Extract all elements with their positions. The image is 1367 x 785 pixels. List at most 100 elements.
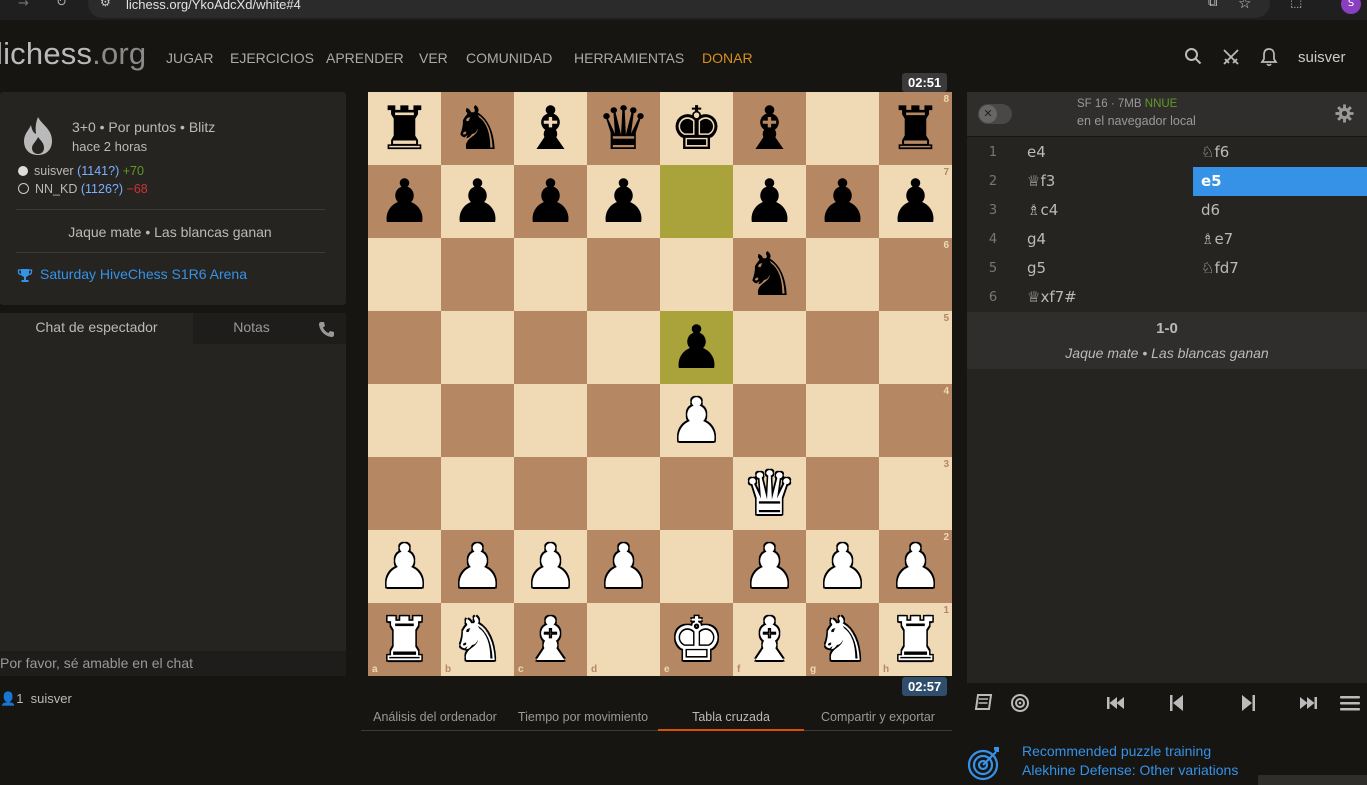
extensions-icon[interactable]: ⬚ <box>1290 0 1302 10</box>
square-e7[interactable] <box>660 165 733 238</box>
black-bishop-f8[interactable]: ♝ <box>743 99 797 159</box>
crossed-swords-icon[interactable] <box>1221 47 1241 67</box>
square-g1[interactable]: ♞ g <box>806 603 879 676</box>
square-g4[interactable] <box>806 384 879 457</box>
square-h3[interactable]: 3 <box>879 457 952 530</box>
install-app-icon[interactable]: ⧉ <box>1208 0 1217 10</box>
white-move[interactable]: ♕xf7# <box>1019 283 1193 312</box>
square-g7[interactable]: ♟ <box>806 165 879 238</box>
phone-icon[interactable] <box>318 321 335 338</box>
black-pawn-d7[interactable]: ♟ <box>597 172 651 232</box>
puzzle-target-icon[interactable] <box>966 744 1002 782</box>
square-d8[interactable]: ♛ <box>587 92 660 165</box>
white-bishop-f1[interactable]: ♝ <box>743 610 797 670</box>
tab-share-export[interactable]: Compartir y exportar <box>805 710 951 724</box>
black-rook-a8[interactable]: ♜ <box>378 99 432 159</box>
square-g6[interactable] <box>806 238 879 311</box>
square-a3[interactable] <box>368 457 441 530</box>
puzzle-opening-link[interactable]: Alekhine Defense: Other variations <box>1022 762 1238 778</box>
square-a7[interactable]: ♟ <box>368 165 441 238</box>
white-pawn-a2[interactable]: ♟ <box>378 537 432 597</box>
square-f4[interactable] <box>733 384 806 457</box>
square-f8[interactable]: ♝ <box>733 92 806 165</box>
black-king-e8[interactable]: ♚ <box>670 99 724 159</box>
square-c7[interactable]: ♟ <box>514 165 587 238</box>
square-b6[interactable] <box>441 238 514 311</box>
square-d4[interactable] <box>587 384 660 457</box>
url-text[interactable]: lichess.org/YkoAdcXd/white#4 <box>126 0 301 12</box>
square-a6[interactable] <box>368 238 441 311</box>
square-f2[interactable]: ♟ <box>733 530 806 603</box>
spectator-name[interactable]: suisver <box>31 691 72 706</box>
white-move[interactable]: ♕f3 <box>1019 167 1193 196</box>
black-pawn-f7[interactable]: ♟ <box>743 172 797 232</box>
tab-computer-analysis[interactable]: Análisis del ordenador <box>365 710 505 724</box>
white-pawn-c2[interactable]: ♟ <box>524 537 578 597</box>
black-move[interactable]: e5 <box>1193 167 1367 196</box>
white-bishop-c1[interactable]: ♝ <box>524 610 578 670</box>
white-queen-f3[interactable]: ♛ <box>743 464 797 524</box>
tab-move-times[interactable]: Tiempo por movimiento <box>510 710 656 724</box>
square-d2[interactable]: ♟ <box>587 530 660 603</box>
practice-target-icon[interactable] <box>1009 693 1031 713</box>
square-d5[interactable] <box>587 311 660 384</box>
square-d3[interactable] <box>587 457 660 530</box>
engine-toggle-knob[interactable]: ✕ <box>979 105 997 123</box>
reload-icon[interactable]: ↻ <box>56 0 67 10</box>
square-d6[interactable] <box>587 238 660 311</box>
chess-board[interactable]: ♜ ♞ ♝ ♛ ♚ ♝ ♜ 8 ♟ ♟ ♟ ♟ ♟ ♟ ♟ 7 ♞ 6 ♟ 5 ♟ 4 ♛ 3 ♟ ♟ ♟ ♟ ♟ ♟ ♟ 2 ♜ a ♞ b ♝ c d ♚… <box>368 92 952 676</box>
white-rook-a1[interactable]: ♜ <box>378 610 432 670</box>
white-player-name[interactable]: suisver <box>34 164 74 178</box>
black-pawn-e5[interactable]: ♟ <box>670 318 724 378</box>
black-rook-h8[interactable]: ♜ <box>889 99 943 159</box>
square-g3[interactable] <box>806 457 879 530</box>
square-b8[interactable]: ♞ <box>441 92 514 165</box>
black-move[interactable]: ♘f6 <box>1193 138 1367 167</box>
square-h7[interactable]: ♟ 7 <box>879 165 952 238</box>
black-pawn-b7[interactable]: ♟ <box>451 172 505 232</box>
square-b1[interactable]: ♞ b <box>441 603 514 676</box>
nav-watch[interactable]: VER <box>419 50 448 66</box>
puzzle-training-link[interactable]: Recommended puzzle training <box>1022 743 1211 759</box>
white-pawn-e4[interactable]: ♟ <box>670 391 724 451</box>
square-b3[interactable] <box>441 457 514 530</box>
square-f1[interactable]: ♝ f <box>733 603 806 676</box>
tab-crosstable[interactable]: Tabla cruzada <box>658 710 804 724</box>
white-rook-h1[interactable]: ♜ <box>889 610 943 670</box>
nav-community[interactable]: COMUNIDAD <box>466 50 552 66</box>
square-a4[interactable] <box>368 384 441 457</box>
square-e6[interactable] <box>660 238 733 311</box>
white-pawn-d2[interactable]: ♟ <box>597 537 651 597</box>
white-pawn-g2[interactable]: ♟ <box>816 537 870 597</box>
white-move[interactable]: ♗c4 <box>1019 196 1193 225</box>
black-pawn-h7[interactable]: ♟ <box>889 172 943 232</box>
square-c4[interactable] <box>514 384 587 457</box>
white-pawn-h2[interactable]: ♟ <box>889 537 943 597</box>
square-f7[interactable]: ♟ <box>733 165 806 238</box>
square-e1[interactable]: ♚ e <box>660 603 733 676</box>
black-move[interactable]: ♘fd7 <box>1193 254 1367 283</box>
tournament-link[interactable]: Saturday HiveChess S1R6 Arena <box>40 266 247 282</box>
nav-tools[interactable]: HERRAMIENTAS <box>574 50 684 66</box>
black-pawn-c7[interactable]: ♟ <box>524 172 578 232</box>
square-c3[interactable] <box>514 457 587 530</box>
square-e5[interactable]: ♟ <box>660 311 733 384</box>
square-e2[interactable] <box>660 530 733 603</box>
chat-input-placeholder[interactable]: Por favor, sé amable en el chat <box>0 655 193 671</box>
square-h5[interactable]: 5 <box>879 311 952 384</box>
user-menu-link[interactable]: suisver <box>1298 49 1346 66</box>
black-knight-b8[interactable]: ♞ <box>451 99 505 159</box>
white-king-e1[interactable]: ♚ <box>670 610 724 670</box>
forward-icon[interactable]: → <box>18 0 29 11</box>
square-c5[interactable] <box>514 311 587 384</box>
square-h8[interactable]: ♜ 8 <box>879 92 952 165</box>
site-logo[interactable]: lichess.org <box>0 36 146 72</box>
black-pawn-a7[interactable]: ♟ <box>378 172 432 232</box>
square-b7[interactable]: ♟ <box>441 165 514 238</box>
black-knight-f6[interactable]: ♞ <box>743 245 797 305</box>
menu-hamburger-icon[interactable] <box>1339 693 1361 713</box>
white-knight-g1[interactable]: ♞ <box>816 610 870 670</box>
white-move[interactable]: e4 <box>1019 138 1193 167</box>
square-e4[interactable]: ♟ <box>660 384 733 457</box>
square-a1[interactable]: ♜ a <box>368 603 441 676</box>
